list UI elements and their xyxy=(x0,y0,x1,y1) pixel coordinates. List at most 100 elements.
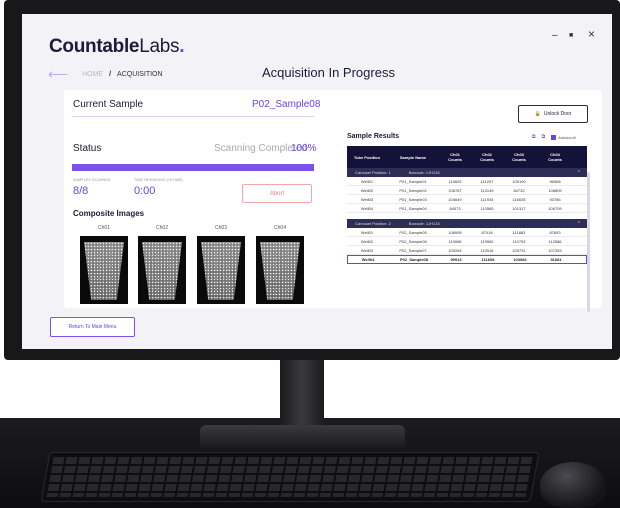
carousel-position: Carousel Position: 1 xyxy=(355,170,391,175)
unlock-door-label: Unlock Door xyxy=(543,111,572,117)
monitor: CountableLabs. – ■ × ⟵ HOME / ACQUISITIO… xyxy=(4,0,620,360)
keyboard xyxy=(40,452,540,502)
status-percent: 100% xyxy=(291,143,317,154)
current-sample-value: P02_Sample08 xyxy=(252,99,321,110)
table-cell: 87843 xyxy=(549,229,561,235)
composite-image-ch01[interactable] xyxy=(80,236,128,304)
table-row[interactable]: Well02 P02_Sample06 119068 119582 110753 1125… xyxy=(347,237,587,246)
table-cell: 119068 xyxy=(448,238,462,244)
channel-label: Ch02 xyxy=(156,225,168,231)
table-cell: 119582 xyxy=(480,238,494,244)
samples-scanned-value: 8/8 xyxy=(73,185,89,197)
table-cell: P02_Sample06 xyxy=(399,238,427,244)
progress-bar xyxy=(72,164,314,171)
expand-collapse-icon[interactable]: ⌃ xyxy=(577,221,581,227)
app-screen: CountableLabs. – ■ × ⟵ HOME / ACQUISITIO… xyxy=(22,14,612,349)
export-icon[interactable]: ⧉ xyxy=(542,134,546,140)
column-header: Ch02 Counts xyxy=(480,152,494,162)
carousel-barcode: Barcode: 1JH13C xyxy=(408,170,441,175)
table-cell: 99913 xyxy=(450,257,462,262)
close-button[interactable]: × xyxy=(588,27,595,41)
expand-collapse-icon[interactable]: ⌃ xyxy=(577,170,581,176)
table-row[interactable]: Well04 P02_Sample08 99913 111608 103082 91681 xyxy=(347,255,587,264)
table-row[interactable]: Well04 P01_Sample04 84573 110565 101317 10670… xyxy=(347,204,587,213)
checkbox-icon xyxy=(551,134,557,140)
table-cell: 110565 xyxy=(480,205,494,211)
table-scrollbar[interactable] xyxy=(587,172,590,312)
table-cell: P02_Sample07 xyxy=(399,247,427,253)
divider xyxy=(72,116,314,117)
table-cell: 103082 xyxy=(513,257,527,262)
carousel-group-header[interactable]: Carousel Position: 1 Barcode: 1JH13C ⌃ xyxy=(347,168,587,177)
table-header: Tube Position Sample Name Ch01 Counts Ch… xyxy=(347,146,587,168)
table-cell: 113149 xyxy=(480,187,494,193)
table-row[interactable]: Well01 P02_Sample05 108995 87018 111883 87843 xyxy=(347,228,587,237)
sample-results-table: Tube Position Sample Name Ch01 Counts Ch… xyxy=(347,146,587,264)
table-cell: 112586 xyxy=(548,238,562,244)
composite-image-ch03[interactable] xyxy=(197,236,245,304)
table-row[interactable]: Well02 P01_Sample02 106767 113149 84732 10680… xyxy=(347,186,587,195)
column-header: Sample Name xyxy=(399,154,427,160)
breadcrumb-separator: / xyxy=(109,70,112,78)
page-title: Acquisition In Progress xyxy=(262,65,395,80)
table-cell: 104649 xyxy=(448,196,462,202)
monitor-stand-neck xyxy=(280,358,324,430)
table-cell: 105190 xyxy=(512,178,526,184)
column-header: Ch01 Counts xyxy=(448,152,462,162)
column-header: Ch03 Counts xyxy=(512,152,526,162)
copy-icon[interactable]: ⧉ xyxy=(532,134,536,140)
autoscroll-toggle[interactable]: Autoscroll xyxy=(551,134,576,140)
samples-scanned-label: SAMPLES SCANNED xyxy=(73,178,111,182)
carousel-group-header[interactable]: Carousel Position: 2 Barcode: 1JH133 ⌃ xyxy=(347,219,587,228)
table-cell: 101317 xyxy=(512,205,526,211)
table-cell: 93786 xyxy=(549,196,561,202)
table-cell: Well04 xyxy=(360,205,374,211)
back-arrow-icon[interactable]: ⟵ xyxy=(48,67,68,81)
carousel-position: Carousel Position: 2 xyxy=(355,221,391,226)
table-cell: 108995 xyxy=(448,229,462,235)
table-cell: 84573 xyxy=(449,205,461,211)
table-cell: 109264 xyxy=(448,247,462,253)
mouse xyxy=(540,462,606,508)
composite-image-ch04[interactable] xyxy=(256,236,304,304)
unlock-door-button[interactable]: 🔒 Unlock Door xyxy=(518,105,588,123)
column-header: Tube Position xyxy=(353,154,381,160)
table-cell: Well03 xyxy=(360,247,374,253)
table-cell: 116635 xyxy=(512,196,526,202)
brand-logo: CountableLabs. xyxy=(49,36,185,57)
lock-icon: 🔒 xyxy=(534,111,541,117)
composite-images-title: Composite Images xyxy=(73,209,145,218)
table-row[interactable]: Well03 P02_Sample07 109264 110916 109731 1073… xyxy=(347,246,587,255)
table-cell: P02_Sample05 xyxy=(399,229,427,235)
monitor-stand-base xyxy=(200,425,405,451)
progress-fill xyxy=(72,164,314,171)
table-cell: P01_Sample01 xyxy=(399,178,427,184)
table-cell: 111934 xyxy=(480,196,494,202)
table-cell: 111207 xyxy=(480,178,494,184)
table-cell: 110916 xyxy=(480,247,494,253)
status-label: Status xyxy=(73,143,102,154)
abort-button[interactable]: Abort xyxy=(242,184,312,203)
table-cell: P02_Sample08 xyxy=(399,257,429,262)
table-cell: 119829 xyxy=(448,178,462,184)
table-cell: 87018 xyxy=(481,229,493,235)
composite-image-ch02[interactable] xyxy=(138,236,186,304)
table-row[interactable]: Well03 P01_Sample03 104649 111934 116635 9378… xyxy=(347,195,587,204)
table-cell: Well04 xyxy=(361,257,375,262)
maximize-button[interactable]: ■ xyxy=(569,32,573,39)
breadcrumb-home[interactable]: HOME xyxy=(82,71,103,78)
table-cell: 109731 xyxy=(512,247,526,253)
table-cell: 107353 xyxy=(548,247,562,253)
return-to-main-menu-button[interactable]: Return To Main Menu xyxy=(50,317,135,337)
channel-label: Ch04 xyxy=(274,225,286,231)
table-cell: 111883 xyxy=(512,229,526,235)
time-remaining-value: 0:00 xyxy=(134,185,156,197)
table-cell: Well03 xyxy=(360,196,374,202)
table-row[interactable]: Well01 P01_Sample01 119829 111207 105190 9695… xyxy=(347,177,587,186)
time-remaining-label: TIME REMAINING (HH:MM) xyxy=(134,178,183,182)
acquisition-panel: Current Sample P02_Sample08 Status Scann… xyxy=(64,90,602,312)
table-cell: 106709 xyxy=(548,205,562,211)
minimize-button[interactable]: – xyxy=(552,30,558,41)
channel-label: Ch01 xyxy=(98,225,110,231)
table-cell: P01_Sample02 xyxy=(399,187,427,193)
